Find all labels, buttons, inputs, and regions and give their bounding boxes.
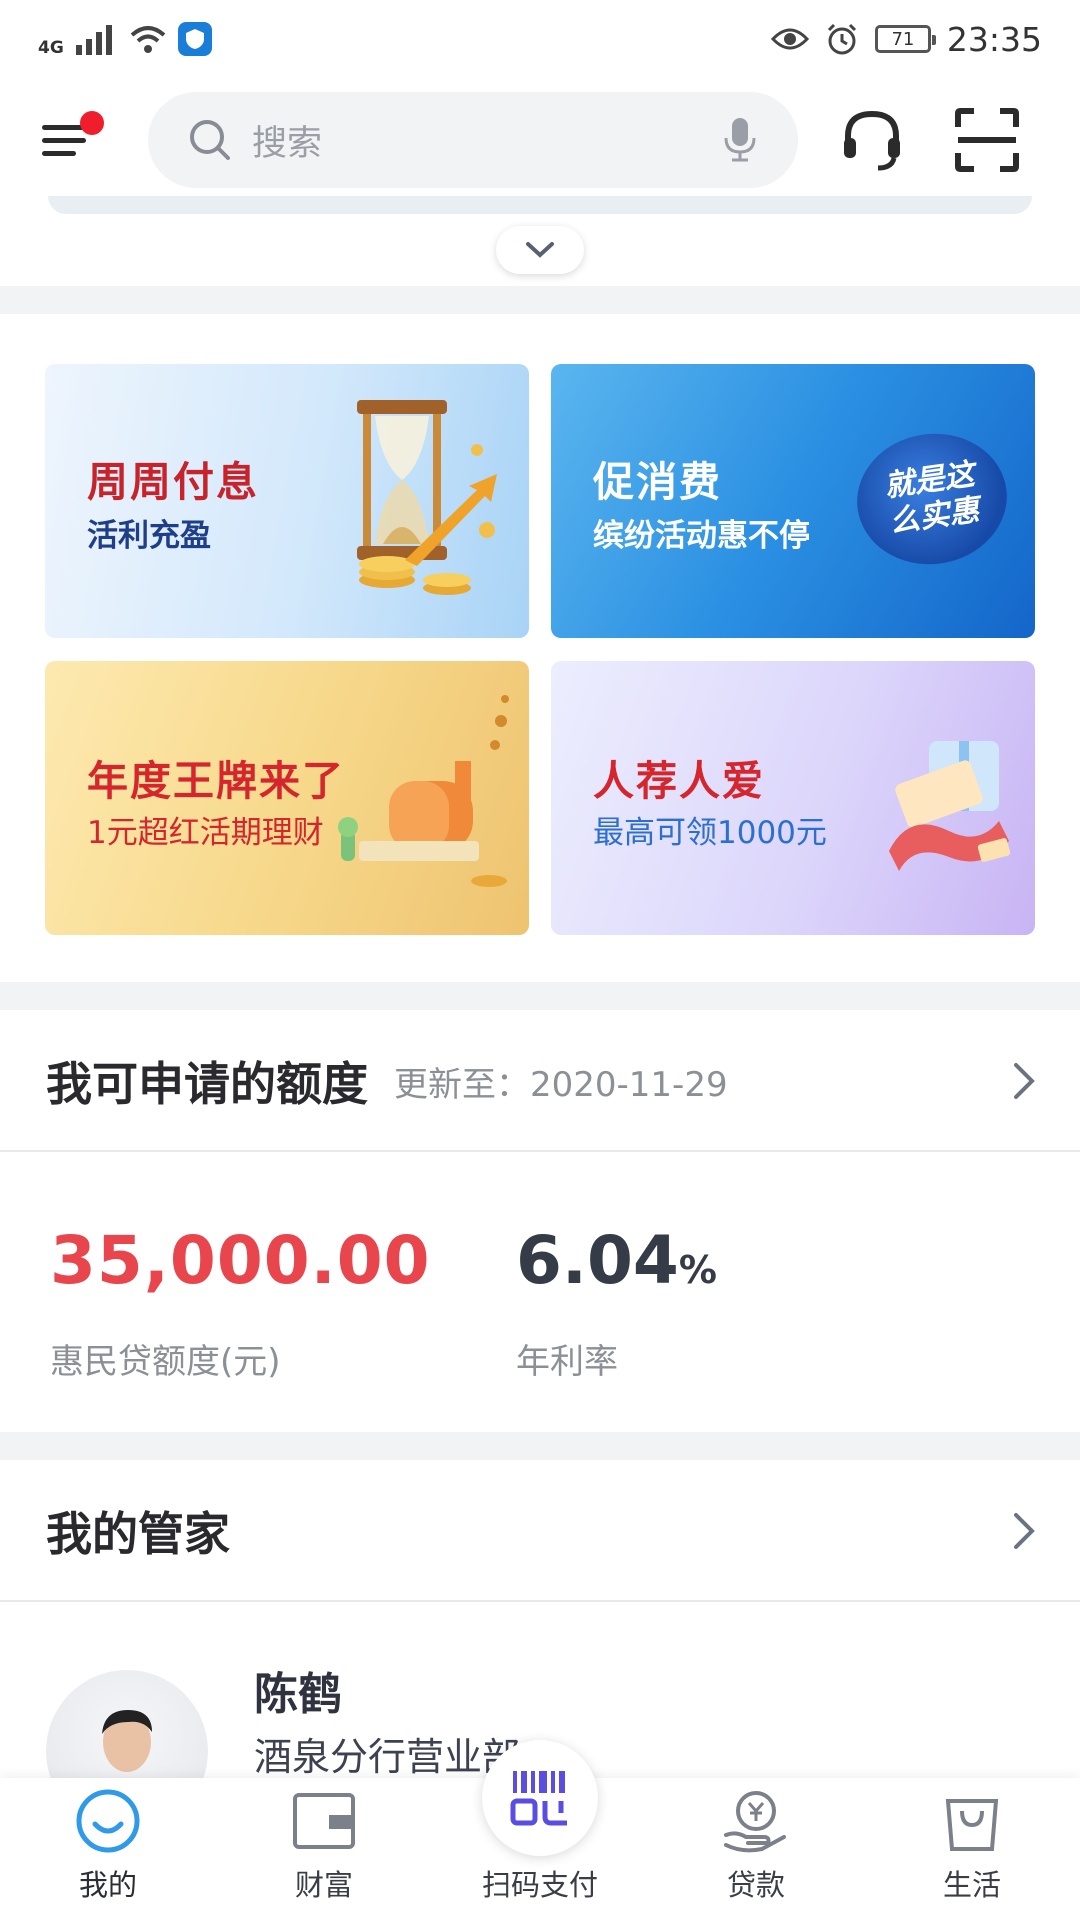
profile-icon: [73, 1786, 143, 1856]
signal-icon: [75, 25, 112, 55]
scan-icon[interactable]: [954, 107, 1020, 173]
credit-amount-label: 惠民贷额度(元): [50, 1342, 281, 1382]
manager-name: 陈鹤: [254, 1669, 342, 1720]
expand-button[interactable]: [496, 226, 584, 274]
banner-annual-finance[interactable]: 年度王牌来了 1元超红活期理财: [45, 661, 529, 935]
credit-header[interactable]: 我可申请的额度 更新至：2020-11-29: [0, 1012, 1080, 1152]
loan-icon: [721, 1786, 791, 1856]
nav-label: 财富: [294, 1868, 353, 1902]
status-left: 4G: [38, 20, 212, 58]
banner-consumption[interactable]: 促消费 缤纷活动惠不停 就是这么实惠: [551, 364, 1035, 638]
rate-value: 6.04: [516, 1222, 679, 1299]
promo-stamp: 就是这么实惠: [848, 424, 1016, 574]
search-placeholder: 搜索: [252, 123, 323, 164]
banner-referral[interactable]: 人荐人爱 最高可领1000元: [551, 661, 1035, 935]
header-actions: [838, 106, 1020, 174]
interest-rate: 6.04%: [516, 1222, 717, 1299]
qr-pay-icon: [510, 1771, 567, 1826]
banner-title: 促消费: [593, 458, 722, 506]
nav-label: 贷款: [726, 1868, 785, 1902]
nav-label: 我的: [78, 1868, 137, 1902]
banner-title: 年度王牌来了: [87, 757, 345, 805]
wallet-icon: [289, 1786, 359, 1856]
banner-subtitle: 活利充盈: [87, 518, 211, 554]
nav-label: 扫码支付: [481, 1868, 598, 1902]
shopping-bag-icon: [937, 1786, 1007, 1856]
promo-stamp-text: 就是这么实惠: [882, 457, 982, 540]
status-bar: 4G 71 23:35: [0, 0, 1080, 78]
banner-subtitle: 最高可领1000元: [593, 815, 827, 851]
shield-app-icon: [177, 22, 212, 56]
banner-title: 周周付息: [87, 458, 259, 506]
notification-dot: [80, 111, 104, 135]
section-divider: [0, 1432, 1080, 1460]
chevron-down-icon: [526, 242, 554, 258]
mailbox-coins-icon: [338, 695, 509, 887]
chevron-right-icon: [1014, 1063, 1035, 1099]
nav-item-life[interactable]: 生活: [864, 1778, 1080, 1920]
collapsed-menu-strip: [48, 196, 1032, 214]
nav-item-loan[interactable]: 贷款: [648, 1778, 864, 1920]
network-type: 4G: [38, 38, 64, 58]
rate-unit: %: [678, 1248, 717, 1292]
nav-item-mine[interactable]: 我的: [0, 1778, 216, 1920]
banner-weekly-interest[interactable]: 周周付息 活利充盈: [45, 364, 529, 638]
manager-header[interactable]: 我的管家: [0, 1462, 1080, 1602]
banner-subtitle: 1元超红活期理财: [87, 815, 324, 851]
credit-title: 我可申请的额度: [46, 1057, 368, 1111]
nav-label: 生活: [942, 1868, 1001, 1902]
manager-branch: 酒泉分行营业部: [254, 1735, 521, 1779]
mic-icon[interactable]: [722, 116, 758, 164]
battery-level: 71: [891, 28, 915, 50]
banner-subtitle: 缤纷活动惠不停: [593, 518, 810, 554]
section-divider: [0, 982, 1080, 1010]
headset-icon[interactable]: [838, 106, 906, 174]
eye-care-icon: [770, 28, 809, 50]
nav-item-wealth[interactable]: 财富: [216, 1778, 432, 1920]
banner-title: 人荐人爱: [593, 757, 765, 805]
alarm-icon: [827, 23, 856, 55]
section-divider: [0, 286, 1080, 314]
search-input[interactable]: 搜索: [148, 92, 798, 188]
hourglass-coins-icon: [357, 400, 497, 595]
search-icon: [190, 120, 230, 160]
battery-icon: 71: [874, 25, 936, 53]
menu-button[interactable]: [40, 107, 106, 173]
clock: 23:35: [946, 19, 1042, 59]
credit-amount[interactable]: 35,000.00: [50, 1222, 431, 1299]
manager-title: 我的管家: [46, 1507, 230, 1561]
chevron-right-icon: [1014, 1513, 1035, 1549]
scan-pay-button[interactable]: [482, 1740, 598, 1856]
top-header: 搜索: [0, 84, 1080, 196]
gift-coupon-icon: [889, 741, 1011, 871]
wifi-icon: [130, 26, 166, 53]
interest-rate-label: 年利率: [516, 1342, 618, 1382]
credit-updated: 更新至：2020-11-29: [394, 1064, 728, 1105]
status-right: 71 23:35: [770, 19, 1042, 59]
